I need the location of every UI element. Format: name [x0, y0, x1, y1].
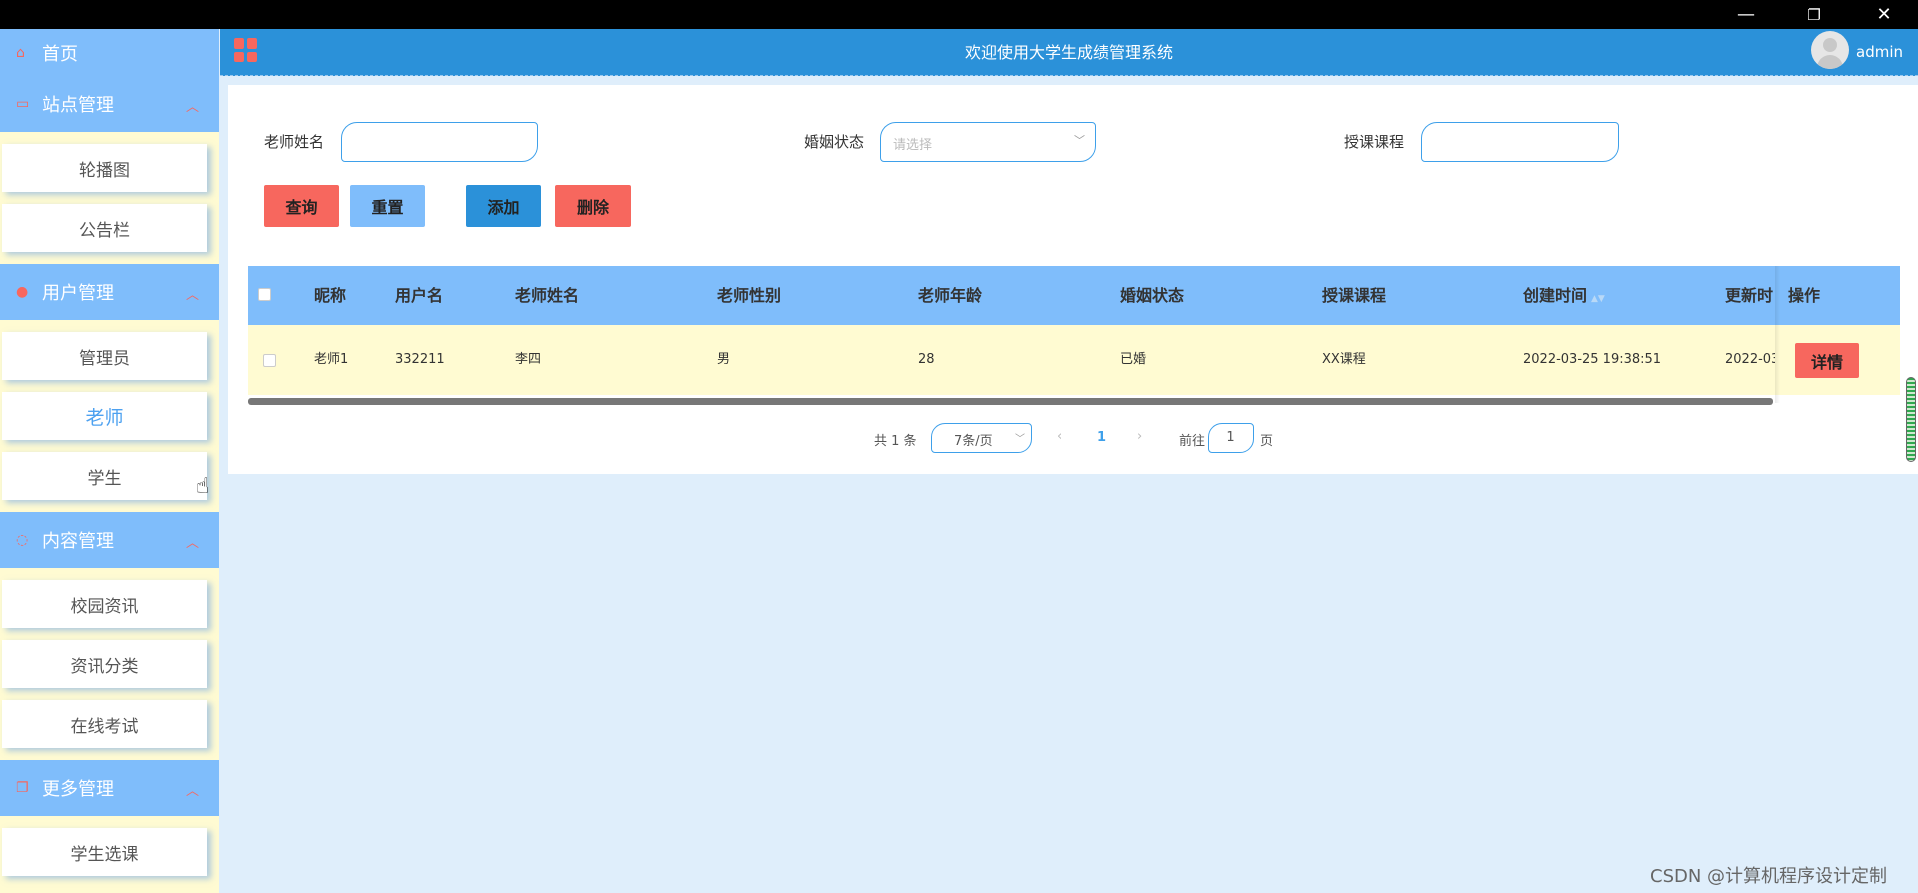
table-cell: 28 — [918, 352, 935, 367]
sidebar-item-teacher[interactable]: 老师 — [2, 392, 207, 440]
sidebar-item-notice[interactable]: 公告栏 — [2, 204, 207, 252]
sidebar-group-site[interactable]: ▭ 站点管理 ︿ — [0, 76, 219, 132]
column-header: 用户名 — [395, 286, 444, 305]
table-cell: 332211 — [395, 352, 445, 367]
sidebar-item-home[interactable]: ⌂ 首页 — [0, 29, 219, 76]
table-row: 老师1 332211 李四 男 28 已婚 XX课程 2022-03-25 19… — [248, 325, 1900, 395]
prev-page-icon[interactable]: ‹ — [1057, 429, 1062, 444]
sidebar-group-more[interactable]: ❐ 更多管理 ︿ — [0, 760, 219, 816]
column-header-label: 创建时间 — [1523, 286, 1588, 305]
teacher-name-label: 老师姓名 — [264, 133, 325, 151]
sidebar-group-content[interactable]: ◌ 内容管理 ︿ — [0, 512, 219, 568]
detail-button[interactable]: 详情 — [1795, 343, 1859, 378]
goto-page-input[interactable]: 1 — [1208, 423, 1254, 453]
fixed-column-divider — [1775, 266, 1780, 403]
page-title: 欢迎使用大学生成绩管理系统 — [964, 43, 1173, 62]
chevron-down-icon: ﹀ — [1015, 434, 1025, 445]
column-header-sortable[interactable]: 创建时间 ▲▼ — [1523, 266, 1605, 329]
chevron-down-icon: ﹀ — [1074, 134, 1085, 147]
table-cell: XX课程 — [1322, 352, 1366, 367]
teacher-name-input[interactable] — [341, 122, 538, 162]
sidebar-item-course-selection[interactable]: 学生选课 — [2, 828, 207, 876]
chevron-up-icon: ︿ — [185, 288, 199, 303]
current-page[interactable]: 1 — [1097, 430, 1106, 445]
sort-icon: ▲▼ — [1591, 294, 1605, 304]
column-header: 昵称 — [314, 286, 347, 305]
user-icon: ● — [16, 284, 29, 300]
goto-label: 前往 — [1179, 434, 1206, 449]
table-header: 昵称 用户名 老师姓名 老师性别 老师年龄 婚姻状态 授课课程 创建时间 ▲▼ 更… — [248, 266, 1900, 325]
course-input[interactable] — [1421, 122, 1619, 162]
window-titlebar: — ❐ ✕ — [0, 0, 1918, 29]
select-all-checkbox[interactable] — [258, 288, 271, 301]
next-page-icon[interactable]: › — [1137, 429, 1142, 444]
sidebar-item-student[interactable]: 学生 — [2, 452, 207, 500]
table-cell: 老师1 — [314, 352, 349, 367]
column-header: 老师姓名 — [515, 286, 580, 305]
hand-cursor-icon: ☝ — [196, 474, 210, 499]
row-checkbox[interactable] — [263, 354, 276, 367]
chevron-up-icon: ︿ — [185, 536, 199, 551]
page-size-select[interactable]: 7条/页 ﹀ — [931, 423, 1032, 453]
table-cell: 李四 — [515, 352, 542, 367]
sidebar-item-news-category[interactable]: 资讯分类 — [2, 640, 207, 688]
marital-status-label: 婚姻状态 — [804, 133, 865, 151]
monitor-icon: ▭ — [16, 96, 30, 112]
sidebar: ⌂ 首页 ▭ 站点管理 ︿ 轮播图 公告栏 ● 用户管理 ︿ 管理员 老师 学生… — [0, 29, 219, 893]
watermark: CSDN @计算机程序设计定制 — [1650, 866, 1888, 887]
delete-button[interactable]: 删除 — [555, 185, 631, 227]
home-icon: ⌂ — [16, 44, 25, 61]
sidebar-group-label: 更多管理 — [42, 779, 114, 800]
sidebar-home-label: 首页 — [42, 43, 78, 65]
sidebar-group-label: 内容管理 — [42, 531, 114, 552]
sidebar-item-online-exam[interactable]: 在线考试 — [2, 700, 207, 748]
add-button[interactable]: 添加 — [466, 185, 541, 227]
column-header: 婚姻状态 — [1120, 286, 1185, 305]
horizontal-scrollbar[interactable] — [248, 398, 1773, 405]
sidebar-item-carousel[interactable]: 轮播图 — [2, 144, 207, 192]
page-unit-label: 页 — [1260, 434, 1274, 449]
sidebar-group-label: 站点管理 — [42, 95, 114, 116]
column-header: 老师性别 — [717, 286, 782, 305]
pagination-total: 共 1 条 — [874, 434, 917, 449]
maximize-button[interactable]: ❐ — [1790, 0, 1838, 29]
sidebar-item-admin[interactable]: 管理员 — [2, 332, 207, 380]
column-header: 授课课程 — [1322, 286, 1387, 305]
vertical-scrollbar[interactable] — [1906, 377, 1916, 462]
minimize-button[interactable]: — — [1722, 0, 1770, 29]
chat-icon: ◌ — [16, 532, 29, 548]
select-placeholder: 请选择 — [893, 138, 933, 153]
sidebar-group-label: 用户管理 — [42, 283, 114, 304]
query-button[interactable]: 查询 — [264, 185, 339, 227]
chevron-up-icon: ︿ — [185, 100, 199, 115]
top-header: 欢迎使用大学生成绩管理系统 admin — [220, 29, 1918, 76]
goto-page-value: 1 — [1226, 430, 1235, 445]
sidebar-item-campus-news[interactable]: 校园资讯 — [2, 580, 207, 628]
chevron-up-icon: ︿ — [185, 784, 199, 799]
sidebar-group-users[interactable]: ● 用户管理 ︿ — [0, 264, 219, 320]
close-button[interactable]: ✕ — [1860, 0, 1908, 29]
column-header-actions: 操作 — [1788, 286, 1821, 305]
column-header: 更新时 — [1725, 286, 1774, 305]
copy-icon: ❐ — [16, 780, 29, 796]
reset-button[interactable]: 重置 — [350, 185, 425, 227]
table-cell: 男 — [717, 352, 731, 367]
table-cell: 2022-03- — [1725, 352, 1775, 367]
page-size-value: 7条/页 — [954, 434, 993, 449]
username[interactable]: admin — [1856, 29, 1903, 76]
table-cell: 已婚 — [1120, 352, 1147, 367]
marital-status-select[interactable]: 请选择 ﹀ — [880, 122, 1096, 162]
avatar[interactable] — [1811, 31, 1849, 69]
table-cell: 2022-03-25 19:38:51 — [1523, 352, 1662, 367]
column-header: 老师年龄 — [918, 286, 983, 305]
course-label: 授课课程 — [1344, 133, 1405, 151]
